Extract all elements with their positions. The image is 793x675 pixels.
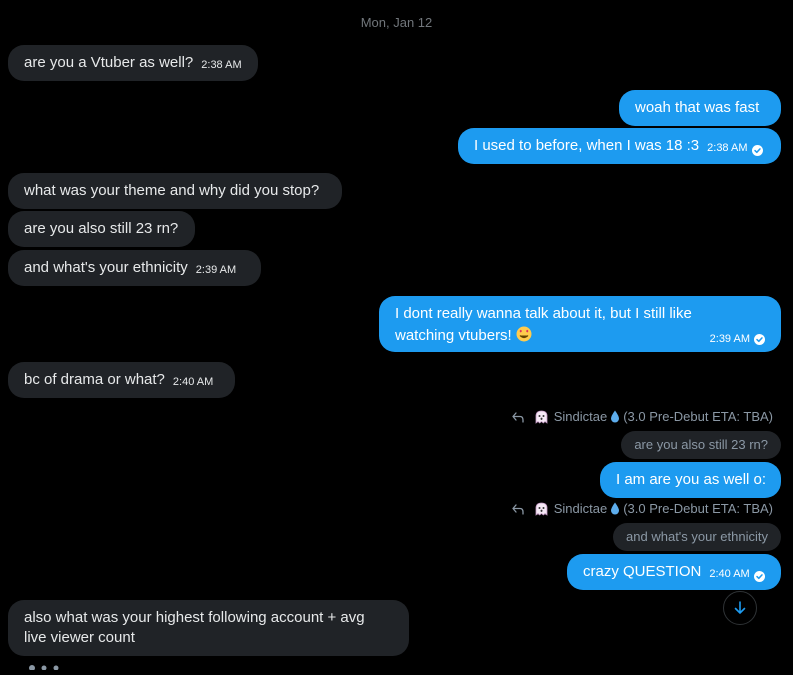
reply-context-header: Sindictae (3.0 Pre-Debut ETA: TBA) [511,409,773,424]
seen-check-icon [751,144,763,156]
message-bubble-outgoing[interactable]: I am are you as well o: [600,462,781,498]
message-time: 2:40 AM [172,376,214,388]
message-bubble-incoming[interactable]: also what was your highest following acc… [8,600,409,656]
message-bubble-incoming[interactable]: bc of drama or what? 2:40 AM [8,362,235,398]
message-text: woah that was fast [635,99,760,116]
message-time: 2:40 AM [709,568,750,580]
message-bubble-incoming[interactable]: are you also still 23 rn? [8,211,195,247]
arrow-down-icon [734,601,746,614]
date-separator: Mon, Jan 12 [360,15,433,30]
message-text: are you also still 23 rn? [24,220,179,237]
message-text: I am are you as well o: [616,471,767,488]
droplet-emoji-icon [611,502,620,515]
droplet-emoji-icon [611,410,620,423]
reply-sender-name: Sindictae [553,409,608,424]
message-time: 2:38 AM [201,59,242,71]
message-bubble-outgoing[interactable]: I dont really wanna talk about it, but I… [379,296,781,352]
message-text: I dont really wanna talk about it, but I… [395,305,692,344]
reply-arrow-icon [512,503,524,515]
reply-sender-suffix: (3.0 Pre-Debut ETA: TBA) [623,409,773,424]
message-text: what was your theme and why did you stop… [24,182,320,199]
reply-sender-suffix: (3.0 Pre-Debut ETA: TBA) [623,501,773,516]
seen-check-icon [753,570,765,582]
message-bubble-incoming[interactable]: are you a Vtuber as well? 2:38 AM [8,45,258,81]
message-bubble-outgoing[interactable]: I used to before, when I was 18 :3 2:38 … [458,128,781,164]
scroll-to-bottom-button[interactable] [723,591,757,625]
message-text: I used to before, when I was 18 :3 [474,137,700,154]
seen-check-icon [754,333,765,345]
message-text: crazy QUESTION [583,563,702,580]
ghost-emoji-icon [535,410,548,424]
reply-arrow-icon [512,411,524,423]
message-text: are you a Vtuber as well? [24,54,194,71]
quoted-message[interactable]: are you also still 23 rn? [621,431,781,459]
message-text: also what was your highest following acc… [24,609,365,646]
message-time: 2:38 AM [707,142,748,154]
reply-context-header: Sindictae (3.0 Pre-Debut ETA: TBA) [511,501,773,516]
reply-sender-name: Sindictae [553,501,608,516]
grinning-face-with-hearts-emoji-icon [516,326,532,342]
quoted-message[interactable]: and what's your ethnicity [613,523,781,551]
message-text: and what's your ethnicity [24,259,188,276]
message-time: 2:39 AM [195,264,237,276]
message-text: bc of drama or what? [24,371,165,388]
message-time: 2:39 AM [709,333,750,345]
message-bubble-incoming[interactable]: what was your theme and why did you stop… [8,173,342,209]
message-bubble-outgoing[interactable]: crazy QUESTION 2:40 AM [567,554,781,590]
message-bubble-incoming[interactable]: and what's your ethnicity 2:39 AM [8,250,261,286]
ghost-emoji-icon [535,502,548,516]
message-bubble-outgoing[interactable]: woah that was fast [619,90,781,126]
